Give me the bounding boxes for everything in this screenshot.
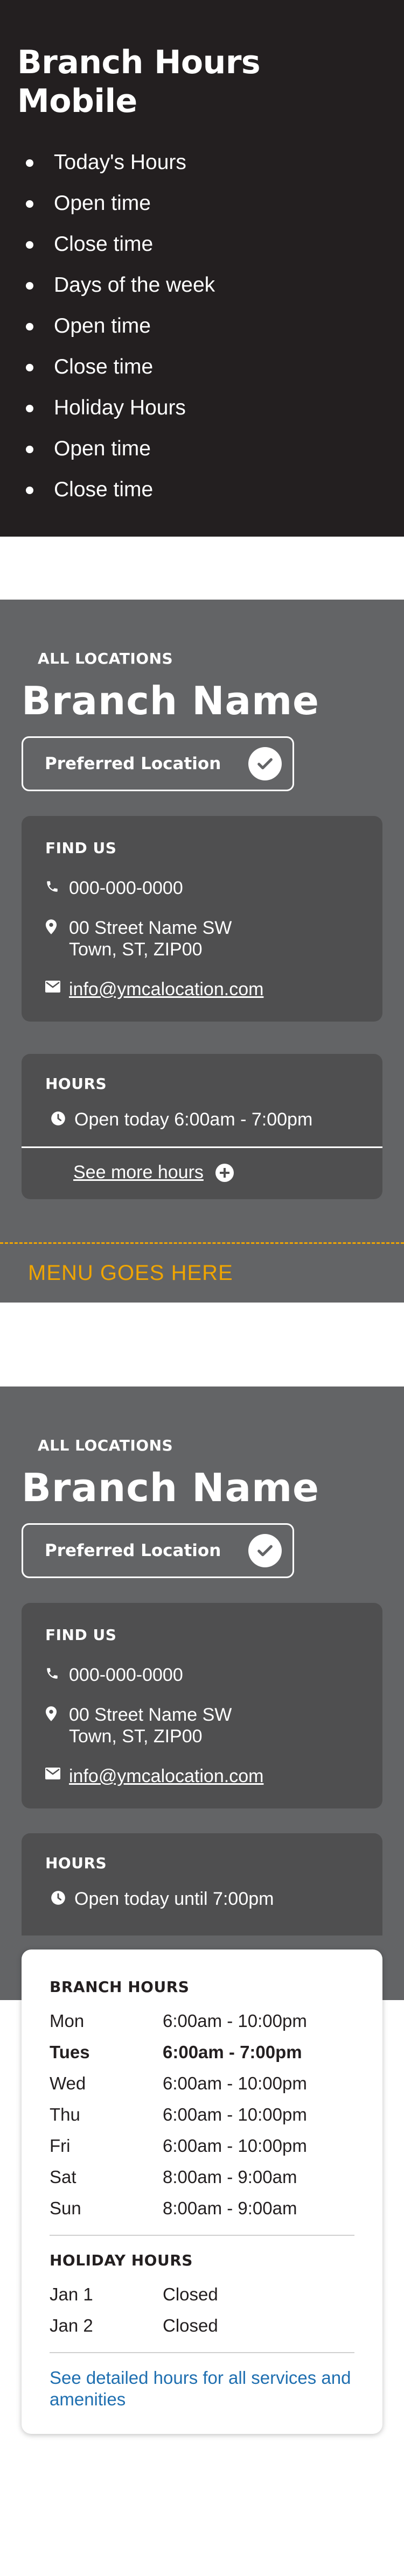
check-icon bbox=[248, 747, 282, 780]
email-link[interactable]: info@ymcalocation.com bbox=[69, 979, 359, 1000]
branch-hours-title: BRANCH HOURS bbox=[50, 1978, 190, 1996]
spec-list: Today's Hours Open time Close time Days … bbox=[17, 142, 387, 510]
hours-popover: BRANCH HOURS Mon 6:00am - 10:00pm Tues 6… bbox=[22, 1949, 382, 2434]
hours-time: 6:00am - 10:00pm bbox=[163, 2136, 307, 2156]
hours-day: Mon bbox=[50, 2011, 85, 2031]
holiday-row: Jan 2 Closed bbox=[50, 2310, 354, 2341]
hours-day: Thu bbox=[50, 2105, 80, 2124]
detailed-hours-link[interactable]: See detailed hours for all services and … bbox=[50, 2367, 354, 2410]
see-more-hours-button[interactable]: See more hours bbox=[22, 1148, 382, 1199]
spec-item: Close time bbox=[26, 347, 387, 388]
branch-name: Branch Name bbox=[22, 1465, 319, 1510]
spec-item: Today's Hours bbox=[26, 142, 387, 183]
spacer bbox=[0, 537, 404, 600]
hours-status: Open today 6:00am - 7:00pm bbox=[74, 1109, 313, 1130]
branch-panel-expanded: ALL LOCATIONS Branch Name Preferred Loca… bbox=[0, 1386, 404, 2434]
find-us-card: FIND US 000-000-0000 00 Street Name SW T… bbox=[22, 816, 382, 1022]
branch-panel-collapsed: ALL LOCATIONS Branch Name Preferred Loca… bbox=[0, 600, 404, 1303]
phone-icon bbox=[45, 877, 69, 893]
preferred-location-label: Preferred Location bbox=[45, 1541, 221, 1560]
address-row[interactable]: 00 Street Name SW Town, ST, ZIP00 bbox=[45, 917, 359, 960]
find-us-card: FIND US 000-000-0000 00 Street Name SW T… bbox=[22, 1603, 382, 1808]
address-line-1: 00 Street Name SW bbox=[69, 918, 232, 938]
hours-status: Open today until 7:00pm bbox=[74, 1889, 274, 1909]
hours-title: HOURS bbox=[45, 1075, 107, 1093]
phone-number: 000-000-0000 bbox=[69, 878, 183, 898]
spec-item: Close time bbox=[26, 469, 387, 510]
see-more-hours-label: See more hours bbox=[73, 1162, 204, 1183]
preferred-location-label: Preferred Location bbox=[45, 754, 221, 773]
mail-icon bbox=[45, 1765, 69, 1779]
email-row: info@ymcalocation.com bbox=[45, 979, 359, 1000]
plus-circle-icon bbox=[215, 1163, 234, 1182]
hours-row-today: Tues 6:00am - 7:00pm bbox=[50, 2037, 354, 2068]
phone-number: 000-000-0000 bbox=[69, 1665, 183, 1685]
find-us-title: FIND US bbox=[45, 839, 117, 857]
hours-day: Sun bbox=[50, 2198, 81, 2218]
spec-notes: Branch Hours Mobile Today's Hours Open t… bbox=[0, 0, 404, 537]
map-pin-icon bbox=[45, 1704, 69, 1721]
address-line-2: Town, ST, ZIP00 bbox=[69, 1726, 203, 1747]
menu-placeholder: MENU GOES HERE bbox=[0, 1242, 404, 1303]
preferred-location-button[interactable]: Preferred Location bbox=[22, 736, 294, 791]
spec-item: Close time bbox=[26, 224, 387, 265]
all-locations-link[interactable]: ALL LOCATIONS bbox=[22, 648, 382, 670]
holiday-day: Jan 2 bbox=[50, 2315, 93, 2335]
hours-day: Sat bbox=[50, 2167, 76, 2187]
spec-item: Holiday Hours bbox=[26, 388, 387, 428]
hours-row: Sun 8:00am - 9:00am bbox=[50, 2193, 354, 2224]
spec-item: Days of the week bbox=[26, 265, 387, 306]
spec-title: Branch Hours Mobile bbox=[17, 44, 261, 120]
hours-time: 8:00am - 9:00am bbox=[163, 2167, 297, 2187]
hours-row: Sat 8:00am - 9:00am bbox=[50, 2162, 354, 2193]
email-row: info@ymcalocation.com bbox=[45, 1765, 359, 1787]
clock-icon bbox=[51, 1888, 74, 1905]
mail-icon bbox=[45, 979, 69, 993]
phone-icon bbox=[45, 1664, 69, 1680]
holiday-row: Jan 1 Closed bbox=[50, 2279, 354, 2310]
check-icon bbox=[248, 1534, 282, 1567]
holiday-time: Closed bbox=[163, 2284, 218, 2304]
divider bbox=[50, 2235, 354, 2236]
hours-day: Fri bbox=[50, 2136, 71, 2156]
divider bbox=[50, 2352, 354, 2353]
hours-row: Mon 6:00am - 10:00pm bbox=[50, 2005, 354, 2037]
hours-time: 6:00am - 10:00pm bbox=[163, 2105, 307, 2124]
hours-status-row: Open today until 7:00pm bbox=[22, 1888, 382, 1910]
holiday-time: Closed bbox=[163, 2315, 218, 2335]
hours-title: HOURS bbox=[45, 1854, 107, 1872]
hours-status-row: Open today 6:00am - 7:00pm bbox=[22, 1109, 382, 1130]
map-pin-icon bbox=[45, 917, 69, 934]
email-link[interactable]: info@ymcalocation.com bbox=[69, 1765, 359, 1787]
hours-time: 8:00am - 9:00am bbox=[163, 2198, 297, 2218]
address-line-2: Town, ST, ZIP00 bbox=[69, 939, 203, 960]
hours-day: Tues bbox=[50, 2042, 90, 2062]
hours-row: Wed 6:00am - 10:00pm bbox=[50, 2068, 354, 2099]
phone-row[interactable]: 000-000-0000 bbox=[45, 1664, 359, 1686]
address: 00 Street Name SW Town, ST, ZIP00 bbox=[69, 917, 359, 960]
hours-day: Wed bbox=[50, 2073, 86, 2093]
hours-row: Fri 6:00am - 10:00pm bbox=[50, 2130, 354, 2162]
spec-item: Open time bbox=[26, 306, 387, 347]
hours-time: 6:00am - 7:00pm bbox=[163, 2042, 302, 2062]
preferred-location-button[interactable]: Preferred Location bbox=[22, 1523, 294, 1578]
clock-icon bbox=[51, 1109, 74, 1126]
all-locations-link[interactable]: ALL LOCATIONS bbox=[22, 1435, 382, 1456]
spec-item: Open time bbox=[26, 183, 387, 224]
hours-card[interactable]: HOURS Open today until 7:00pm bbox=[22, 1833, 382, 1935]
address-row[interactable]: 00 Street Name SW Town, ST, ZIP00 bbox=[45, 1704, 359, 1747]
hours-row: Thu 6:00am - 10:00pm bbox=[50, 2099, 354, 2130]
branch-name: Branch Name bbox=[22, 678, 319, 723]
spacer bbox=[0, 1303, 404, 1386]
spec-item: Open time bbox=[26, 428, 387, 469]
find-us-title: FIND US bbox=[45, 1626, 117, 1644]
address: 00 Street Name SW Town, ST, ZIP00 bbox=[69, 1704, 359, 1747]
holiday-hours-title: HOLIDAY HOURS bbox=[50, 2251, 193, 2269]
hours-card: HOURS Open today 6:00am - 7:00pm See mor… bbox=[22, 1054, 382, 1199]
hours-time: 6:00am - 10:00pm bbox=[163, 2011, 307, 2031]
hours-time: 6:00am - 10:00pm bbox=[163, 2073, 307, 2093]
holiday-day: Jan 1 bbox=[50, 2284, 93, 2304]
phone-row[interactable]: 000-000-0000 bbox=[45, 877, 359, 899]
address-line-1: 00 Street Name SW bbox=[69, 1705, 232, 1725]
